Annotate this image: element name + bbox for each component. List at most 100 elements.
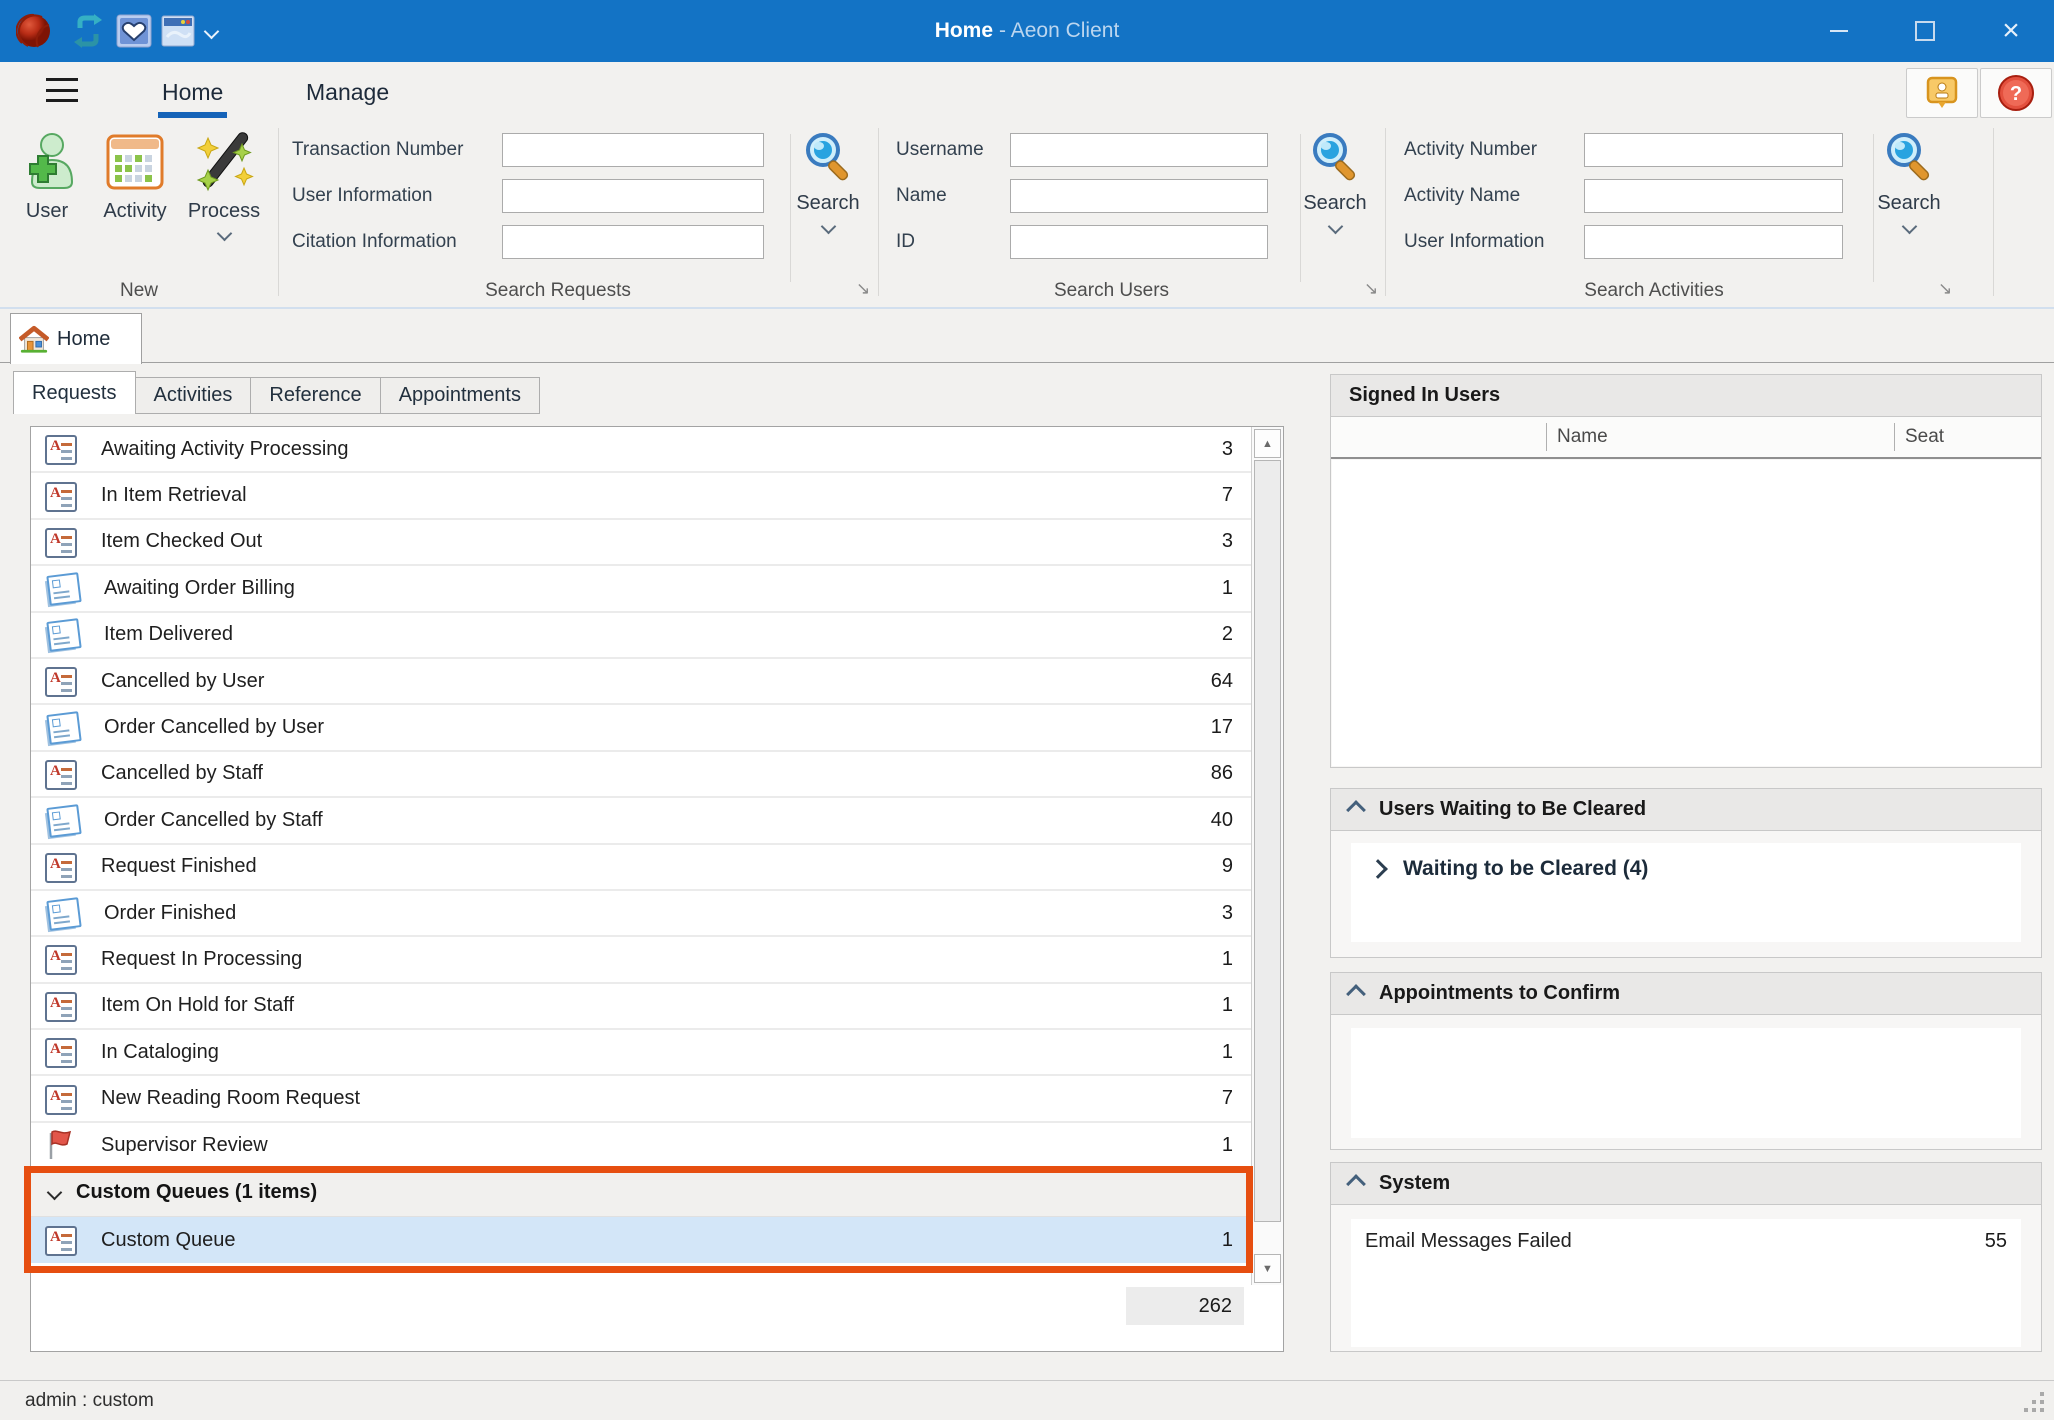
ribbon: User Activity (0, 120, 2054, 309)
tab-requests[interactable]: Requests (13, 371, 136, 414)
system-header[interactable]: System (1331, 1163, 2041, 1205)
waiting-to-be-cleared-row[interactable]: Waiting to be Cleared (4) (1351, 843, 2021, 894)
appointments-header[interactable]: Appointments to Confirm (1331, 973, 2041, 1015)
scroll-up-icon: ▲ (1262, 438, 1273, 450)
queue-row[interactable]: Supervisor Review 1 (31, 1123, 1251, 1169)
queue-row[interactable]: Request In Processing1 (31, 937, 1251, 983)
resize-grip[interactable] (2040, 1408, 2044, 1412)
help-button[interactable]: ? (1980, 68, 2052, 118)
queue-row[interactable]: Cancelled by Staff86 (31, 752, 1251, 798)
signed-in-users-section: Signed In Users Name Seat (1330, 374, 2042, 768)
queue-label: New Reading Room Request (101, 1087, 360, 1110)
column-name[interactable]: Name (1557, 417, 1608, 457)
search-activities-button[interactable]: Search (1859, 130, 1959, 280)
list-scrollbar[interactable]: ▲ ▼ (1251, 427, 1283, 1285)
order-queue-icon (46, 897, 81, 931)
citation-information-input[interactable] (502, 225, 764, 259)
username-input[interactable] (1010, 133, 1268, 167)
search-icon (802, 130, 854, 184)
queue-row[interactable]: Awaiting Order Billing1 (31, 566, 1251, 612)
scroll-down-button[interactable]: ▼ (1254, 1254, 1281, 1283)
custom-queue-row-selected[interactable]: Custom Queue 1 (31, 1217, 1251, 1263)
search-requests-button[interactable]: Search (778, 130, 878, 280)
queue-row[interactable]: Cancelled by User64 (31, 659, 1251, 705)
queue-row[interactable]: Order Cancelled by Staff40 (31, 798, 1251, 844)
queue-row[interactable]: In Item Retrieval7 (31, 473, 1251, 519)
queue-row[interactable]: Awaiting Activity Processing3 (31, 427, 1251, 473)
search-dropdown-icon (820, 219, 836, 235)
ribbon-tab-manage[interactable]: Manage (296, 66, 399, 118)
queue-row[interactable]: Item Delivered2 (31, 613, 1251, 659)
search-users-button[interactable]: Search (1285, 130, 1385, 280)
column-seat[interactable]: Seat (1905, 417, 1944, 457)
hamburger-menu-icon[interactable] (46, 78, 78, 102)
ribbon-tab-row: Home Manage ? (0, 62, 2054, 120)
queue-label: Awaiting Activity Processing (101, 438, 349, 461)
queue-label: Supervisor Review (101, 1134, 268, 1157)
activity-name-input[interactable] (1584, 179, 1843, 213)
new-process-button[interactable]: Process (178, 130, 270, 280)
queue-count: 1 (1183, 1229, 1237, 1252)
about-button[interactable] (1906, 68, 1978, 118)
custom-queues-group-label: Custom Queues (1 items) (76, 1181, 317, 1204)
transaction-number-input[interactable] (502, 133, 764, 167)
scrollbar-thumb[interactable] (1254, 460, 1281, 1222)
request-queue-icon (45, 945, 77, 975)
signed-in-users-title: Signed In Users (1349, 384, 1500, 407)
request-queue-icon (45, 760, 77, 790)
queue-row[interactable]: New Reading Room Request 7 (31, 1076, 1251, 1122)
tab-activities[interactable]: Activities (135, 377, 252, 414)
queue-row[interactable]: Item Checked Out3 (31, 520, 1251, 566)
citation-information-label: Citation Information (292, 231, 457, 253)
minimize-button[interactable] (1796, 0, 1882, 62)
activity-number-label: Activity Number (1404, 139, 1537, 161)
request-queue-icon (45, 1085, 77, 1115)
request-queue-icon (45, 482, 77, 512)
queue-count: 3 (1183, 530, 1237, 553)
email-messages-failed-row[interactable]: Email Messages Failed 55 (1351, 1219, 2021, 1263)
search-activities-dialog-launcher-icon[interactable]: ↘ (1938, 280, 1952, 297)
queue-row[interactable]: Item On Hold for Staff1 (31, 984, 1251, 1030)
users-waiting-header[interactable]: Users Waiting to Be Cleared (1331, 789, 2041, 831)
activity-number-input[interactable] (1584, 133, 1843, 167)
new-user-button[interactable]: User (6, 130, 88, 280)
queue-count: 1 (1183, 994, 1237, 1017)
queue-label: Awaiting Order Billing (104, 577, 295, 600)
status-user-label: admin : custom (25, 1390, 154, 1412)
process-dropdown-icon[interactable] (216, 226, 232, 242)
search-dropdown-icon (1327, 219, 1343, 235)
custom-queues-group-header[interactable]: Custom Queues (1 items) (31, 1169, 1251, 1217)
queue-row[interactable]: In Cataloging1 (31, 1030, 1251, 1076)
ribbon-tab-home[interactable]: Home (152, 66, 233, 118)
id-input[interactable] (1010, 225, 1268, 259)
new-activity-label: Activity (103, 200, 166, 223)
user-information-input[interactable] (502, 179, 764, 213)
close-button[interactable]: × (1968, 0, 2054, 62)
activity-user-information-input[interactable] (1584, 225, 1843, 259)
order-queue-icon (46, 572, 81, 606)
signed-in-users-column-header[interactable]: Name Seat (1331, 417, 2041, 459)
search-users-dialog-launcher-icon[interactable]: ↘ (1364, 280, 1378, 297)
column-separator (1546, 423, 1547, 451)
scroll-up-button[interactable]: ▲ (1254, 429, 1281, 458)
collapse-chevron-icon (47, 1185, 63, 1201)
queue-row[interactable]: Order Cancelled by User17 (31, 705, 1251, 751)
email-messages-failed-count: 55 (1985, 1230, 2007, 1253)
name-input[interactable] (1010, 179, 1268, 213)
tab-appointments[interactable]: Appointments (380, 377, 540, 414)
search-requests-dialog-launcher-icon[interactable]: ↘ (856, 280, 870, 297)
queue-label: Request Finished (101, 855, 257, 878)
tab-reference[interactable]: Reference (250, 377, 380, 414)
queue-row[interactable]: Request Finished9 (31, 845, 1251, 891)
queue-count: 7 (1183, 1087, 1237, 1110)
ribbon-group-search-requests: Transaction Number User Information Cita… (278, 120, 878, 307)
new-user-icon (18, 130, 76, 192)
new-activity-button[interactable]: Activity (92, 130, 178, 280)
maximize-button[interactable] (1882, 0, 1968, 62)
user-information-label: User Information (292, 185, 432, 207)
request-queue-icon (45, 992, 77, 1022)
queue-row[interactable]: Order Finished3 (31, 891, 1251, 937)
system-empty-row (1351, 1263, 2021, 1347)
new-user-label: User (26, 200, 68, 223)
document-tab-home[interactable]: Home (10, 313, 142, 364)
